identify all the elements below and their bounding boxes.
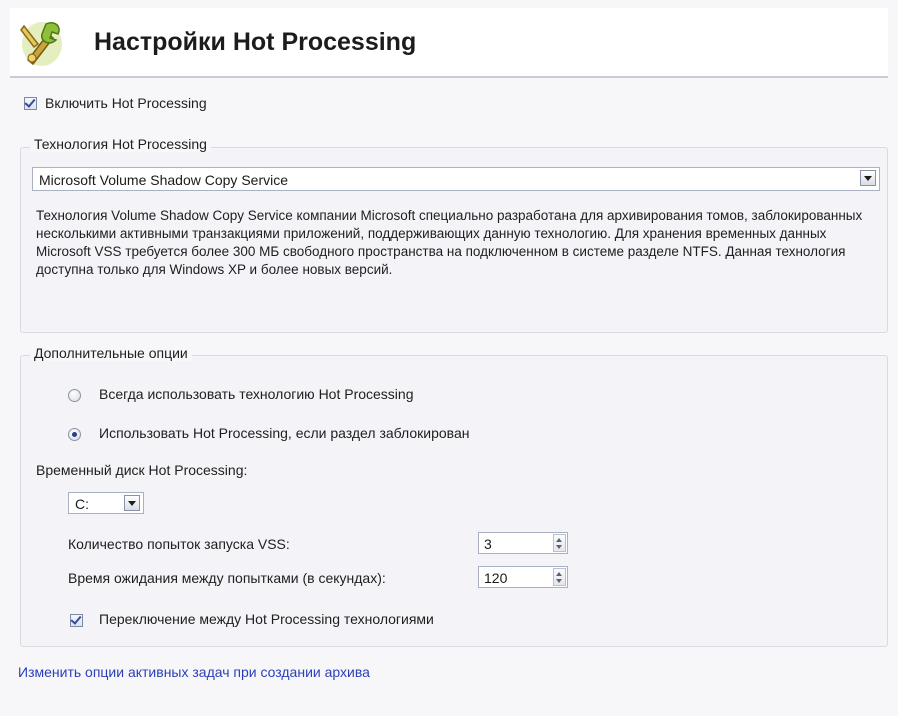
- technology-select-value: Microsoft Volume Shadow Copy Service: [39, 172, 288, 188]
- technology-group-legend: Технология Hot Processing: [30, 136, 211, 152]
- enable-hot-processing-label[interactable]: Включить Hot Processing: [45, 95, 207, 111]
- technology-description: Технология Volume Shadow Copy Service ко…: [36, 208, 863, 277]
- checkmark-icon: [24, 96, 36, 108]
- radio-always-use-label[interactable]: Всегда использовать технологию Hot Proce…: [99, 386, 414, 402]
- stepper-arrows-icon[interactable]: [553, 534, 566, 552]
- radio-selected-dot: [72, 432, 77, 437]
- technology-select[interactable]: Microsoft Volume Shadow Copy Service: [32, 167, 880, 191]
- wait-time-value[interactable]: 120: [484, 570, 507, 586]
- header-bar: Настройки Hot Processing: [10, 8, 888, 78]
- temp-disk-value: C:: [75, 496, 89, 512]
- temp-disk-select[interactable]: C:: [68, 492, 144, 514]
- chevron-down-icon[interactable]: [860, 170, 876, 186]
- vss-attempts-stepper[interactable]: 3: [478, 532, 568, 554]
- tools-wrench-icon: [20, 22, 62, 66]
- radio-always-use[interactable]: [68, 389, 81, 402]
- chevron-down-icon[interactable]: [124, 495, 140, 511]
- stepper-arrows-icon[interactable]: [553, 568, 566, 586]
- page-title: Настройки Hot Processing: [94, 28, 417, 56]
- change-active-tasks-link[interactable]: Изменить опции активных задач при создан…: [18, 664, 370, 680]
- checkmark-icon: [70, 613, 82, 625]
- vss-attempts-value[interactable]: 3: [484, 536, 492, 552]
- vss-attempts-label: Количество попыток запуска VSS:: [68, 536, 290, 552]
- options-group-legend: Дополнительные опции: [30, 345, 192, 361]
- switch-technologies-checkbox[interactable]: [70, 613, 83, 627]
- switch-technologies-label[interactable]: Переключение между Hot Processing технол…: [99, 611, 434, 627]
- wait-time-stepper[interactable]: 120: [478, 566, 568, 588]
- radio-use-if-locked[interactable]: [68, 428, 81, 441]
- wait-time-label: Время ожидания между попытками (в секунд…: [68, 570, 386, 586]
- temp-disk-label: Временный диск Hot Processing:: [36, 462, 248, 478]
- enable-hot-processing-checkbox[interactable]: [24, 96, 37, 110]
- radio-use-if-locked-label[interactable]: Использовать Hot Processing, если раздел…: [99, 425, 469, 441]
